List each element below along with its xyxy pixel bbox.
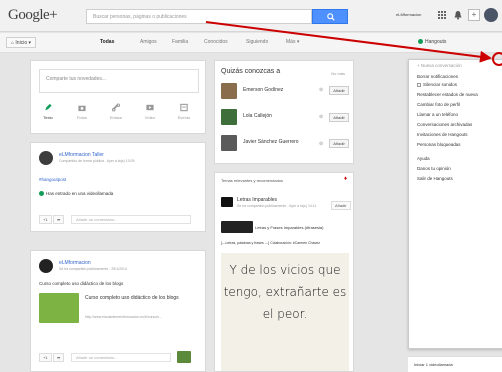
search-input[interactable]: Buscar personas, páginas o publicaciones xyxy=(86,9,312,24)
menu-call-phone[interactable]: Llamar a un teléfono xyxy=(417,112,458,117)
post-card: eLMformacion Se ha compartido públicamen… xyxy=(30,250,206,372)
search-icon xyxy=(327,13,335,21)
share-input[interactable]: Comparte tus novedades... xyxy=(39,69,199,93)
topic-page-title[interactable]: Letras y Frases Imparables (#frasesla) xyxy=(255,225,323,230)
video-icon xyxy=(146,104,154,111)
plus-one-button[interactable]: +1 xyxy=(39,215,52,224)
author-avatar[interactable] xyxy=(39,151,53,165)
tab-mas[interactable]: Más ▾ xyxy=(286,39,299,45)
person-name[interactable]: Lola Callejón xyxy=(243,113,272,119)
hangouts-header[interactable]: Hangouts xyxy=(418,39,446,45)
share-event-button[interactable]: Evento xyxy=(171,103,197,120)
tab-conocidos[interactable]: Conocidos xyxy=(204,39,228,45)
menu-archived[interactable]: Conversaciones archivadas xyxy=(417,122,472,127)
topics-card: Temas relevantes y recomendados ♦ Letras… xyxy=(214,172,354,372)
share-post-button[interactable]: ➦ xyxy=(53,353,65,362)
post-card: eLMformacion Taller Compartido de forma … xyxy=(30,142,206,232)
link-url[interactable]: http://www.elaulademelmformacion.es/#!cu… xyxy=(85,315,162,319)
quote-image[interactable]: Y de los vicios que tengo, extrañarte es… xyxy=(221,253,349,371)
post-author[interactable]: eLMformacion xyxy=(59,260,91,266)
menu-blocked[interactable]: Personas bloqueadas xyxy=(417,142,461,147)
page-banner[interactable] xyxy=(221,221,253,233)
post-meta: Se ha compartido públicamente - 29/1/201… xyxy=(59,267,127,271)
circles-icon: ⊚ xyxy=(319,114,324,120)
tab-amigos[interactable]: Amigos xyxy=(140,39,157,45)
add-person-button[interactable]: Añadir xyxy=(329,139,349,148)
share-link-button[interactable]: Enlace xyxy=(103,103,129,120)
share-video-button[interactable]: Vídeo xyxy=(137,103,163,120)
add-page-button[interactable]: Añadir xyxy=(331,201,351,210)
link-icon xyxy=(111,103,121,112)
menu-mute-sounds[interactable]: Silenciar sonidos xyxy=(417,82,457,87)
post-body: Curso completo uso didáctico de los blog… xyxy=(39,281,124,286)
user-avatar[interactable] xyxy=(484,8,498,22)
link-thumbnail[interactable] xyxy=(39,293,79,323)
comment-input[interactable]: Añadir un comentario... xyxy=(71,353,171,362)
post-author[interactable]: eLMformacion Taller xyxy=(59,152,104,158)
tab-siguiendo[interactable]: Siguiendo xyxy=(246,39,268,45)
pencil-icon xyxy=(45,103,52,111)
search-button[interactable] xyxy=(312,9,348,24)
bell-icon[interactable] xyxy=(452,9,464,21)
checkbox-icon xyxy=(417,83,421,87)
topic-meta: Se ha compartido públicamente - Ayer a l… xyxy=(237,204,317,208)
share-post-button[interactable]: ➦ xyxy=(53,215,65,224)
hangout-call-bar[interactable]: Iniciar 1 videollamada xyxy=(408,356,502,372)
share-text-button[interactable]: Texto xyxy=(35,103,61,120)
topics-title: Temas relevantes y recomendados xyxy=(221,178,284,183)
stream-nav-bar: ⌂ Inicio ▾ Todas Amigos Familia Conocido… xyxy=(0,33,502,53)
post-meta: Compartido de forma pública - Ayer a la(… xyxy=(59,159,135,163)
share-photos-button[interactable]: Fotos xyxy=(69,103,95,120)
post-body: Has entrado en una videollamada xyxy=(39,191,113,196)
person-name[interactable]: Javier Sánchez Guerrero xyxy=(243,139,299,145)
calendar-icon xyxy=(180,103,188,112)
top-bar: Google+ Buscar personas, páginas o publi… xyxy=(0,0,502,32)
person-avatar[interactable] xyxy=(221,135,237,151)
share-arrow-icon: ➦ xyxy=(57,355,61,360)
suggestions-card: Quizás conozcas a No más Emerson Godínez… xyxy=(214,60,354,164)
menu-reset-status[interactable]: Restablecer estados de nueva xyxy=(417,92,478,97)
menu-clear-notifications[interactable]: Borrar notificaciones xyxy=(417,74,458,79)
chevron-down-icon: ▾ xyxy=(27,40,32,46)
author-avatar[interactable] xyxy=(39,259,53,273)
annotation-circle xyxy=(492,52,502,66)
page-avatar[interactable] xyxy=(221,197,233,207)
apps-grid-icon[interactable] xyxy=(436,9,448,21)
suggestions-title: Quizás conozcas a xyxy=(221,68,281,75)
add-person-button[interactable]: Añadir xyxy=(329,86,349,95)
topic-body: [---Letras, palabras y frases ---] Colab… xyxy=(221,241,321,245)
new-conversation-input[interactable]: + Nueva conversación xyxy=(417,63,462,68)
tab-familia[interactable]: Familia xyxy=(172,39,188,45)
person-name[interactable]: Emerson Godínez xyxy=(243,87,283,93)
add-person-button[interactable]: Añadir xyxy=(329,113,349,122)
menu-change-photo[interactable]: Cambiar foto de perfil xyxy=(417,102,460,107)
topic-page-name[interactable]: Letras Imparables xyxy=(237,197,277,203)
circles-icon: ⊚ xyxy=(319,141,324,147)
link-title[interactable]: Curso completo uso didáctico de los blog… xyxy=(85,295,195,302)
menu-sign-out[interactable]: Salir de Hangouts xyxy=(417,176,453,181)
google-plus-logo[interactable]: Google+ xyxy=(8,7,58,24)
share-plus-icon[interactable]: + xyxy=(468,9,480,21)
share-arrow-icon: ➦ xyxy=(57,217,61,222)
menu-feedback[interactable]: Danos tu opinión xyxy=(417,166,451,171)
circles-icon: ⊚ xyxy=(319,87,324,93)
hangouts-settings-menu: + Nueva conversación Borrar notificacion… xyxy=(408,59,502,349)
menu-invitations[interactable]: Invitaciones de Hangouts xyxy=(417,132,468,137)
plus-one-button[interactable]: +1 xyxy=(39,353,52,362)
comment-input[interactable]: Añadir un comentario... xyxy=(71,215,191,224)
flame-icon: ♦ xyxy=(343,176,347,182)
quote-text: Y de los vicios que tengo, extrañarte es… xyxy=(223,263,347,321)
post-hashtag[interactable]: #hangoutpost xyxy=(39,177,66,182)
tab-todas[interactable]: Todas xyxy=(100,39,114,45)
user-name[interactable]: eLMformacion xyxy=(396,12,421,17)
camera-icon xyxy=(78,105,86,112)
menu-help[interactable]: Ayuda xyxy=(417,156,430,161)
suggestions-dismiss[interactable]: No más xyxy=(331,71,345,76)
person-avatar[interactable] xyxy=(221,83,237,99)
hangouts-icon xyxy=(39,191,44,196)
home-dropdown[interactable]: ⌂ Inicio ▾ xyxy=(6,37,37,48)
share-box: Comparte tus novedades... Texto Fotos En… xyxy=(30,60,206,134)
person-avatar[interactable] xyxy=(221,109,237,125)
commenter-avatar xyxy=(177,351,191,363)
